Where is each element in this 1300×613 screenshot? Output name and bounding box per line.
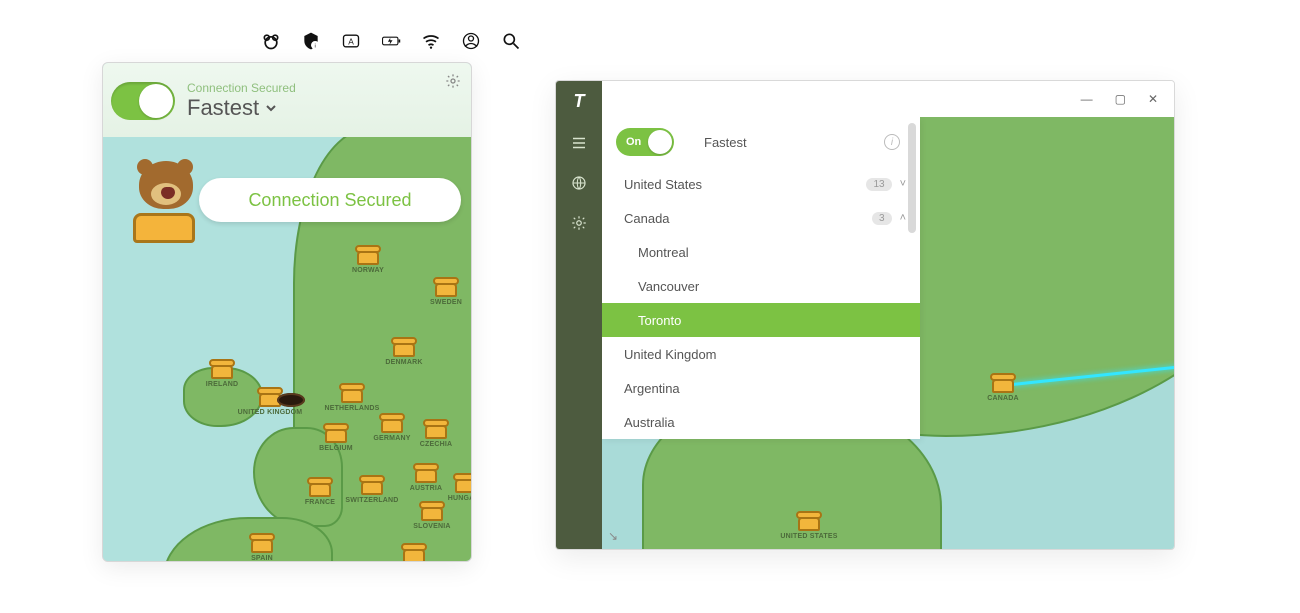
tunnelbear-menubar-icon[interactable] xyxy=(260,30,282,52)
map-label: HUNGARY xyxy=(448,495,471,502)
maximize-button[interactable]: ▢ xyxy=(1115,92,1126,106)
window-titlebar: — ▢ ✕ xyxy=(556,81,1174,117)
close-button[interactable]: ✕ xyxy=(1148,92,1158,106)
map-tunnel[interactable]: AUSTRIA xyxy=(415,463,437,483)
map-area-win[interactable]: CANADA UNITED STATES On Fastest i United… xyxy=(602,117,1174,549)
location-title: Fastest xyxy=(187,95,259,121)
map-tunnel[interactable]: FRANCE xyxy=(309,477,331,497)
menu-button[interactable] xyxy=(569,134,589,152)
toggle-label: On xyxy=(626,136,641,148)
connection-toggle[interactable] xyxy=(111,82,175,120)
gear-icon xyxy=(445,73,461,89)
location-selector[interactable]: Fastest xyxy=(187,95,296,121)
map-label: UNITED KINGDOM xyxy=(238,409,303,416)
map-tunnel[interactable]: IRELAND xyxy=(211,359,233,379)
tunnel-hole xyxy=(277,393,305,407)
location-item[interactable]: Argentina xyxy=(602,371,920,405)
tunnelbear-mac-popover: Connection Secured Fastest Connection Se… xyxy=(102,62,472,562)
map-tunnel-canada[interactable]: CANADA xyxy=(992,373,1014,393)
map-label: FRANCE xyxy=(305,499,335,506)
location-item[interactable]: United Kingdom xyxy=(602,337,920,371)
search-icon[interactable] xyxy=(500,30,522,52)
dropdown-scrollbar[interactable] xyxy=(908,123,916,233)
map-label: NETHERLANDS xyxy=(324,405,379,412)
bear-avatar xyxy=(121,157,207,243)
malware-icon[interactable]: i xyxy=(300,30,322,52)
app-logo: T xyxy=(574,91,585,112)
info-icon[interactable]: i xyxy=(884,134,900,150)
chevron-down-icon xyxy=(265,102,277,114)
map-tunnel[interactable]: SLOVENIA xyxy=(421,501,443,521)
connection-status-label: Connection Secured xyxy=(187,81,296,95)
location-item[interactable]: United States13˅ xyxy=(602,167,920,201)
map-tunnel-us[interactable]: UNITED STATES xyxy=(798,511,820,531)
location-item[interactable]: Canada3˄ xyxy=(602,201,920,235)
settings-button-win[interactable] xyxy=(569,214,589,232)
map-label: GERMANY xyxy=(373,435,410,442)
map-tunnel[interactable]: NORWAY xyxy=(357,245,379,265)
map-area-mac[interactable]: Connection Secured NORWAY SWEDEN IRELAND UN… xyxy=(103,137,471,561)
location-city-item[interactable]: Montreal xyxy=(602,235,920,269)
map-tunnel[interactable]: GERMANY xyxy=(381,413,403,433)
location-item[interactable]: Australia xyxy=(602,405,920,439)
connection-toggle-win[interactable]: On xyxy=(616,128,674,156)
map-label: BELGIUM xyxy=(319,445,353,452)
location-city-item[interactable]: Toronto xyxy=(602,303,920,337)
keyboard-icon[interactable]: A xyxy=(340,30,362,52)
settings-button[interactable] xyxy=(445,73,461,94)
map-label: UNITED STATES xyxy=(780,533,837,540)
map-label: NORWAY xyxy=(352,267,384,274)
map-tunnel[interactable]: SWITZERLAND xyxy=(361,475,383,495)
map-tunnel[interactable]: SWEDEN xyxy=(435,277,457,297)
map-tunnel[interactable]: HUNGARY xyxy=(455,473,471,493)
globe-button[interactable] xyxy=(569,174,589,192)
connection-banner: Connection Secured xyxy=(199,178,461,222)
popover-header: Connection Secured Fastest xyxy=(103,63,471,137)
map-tunnel[interactable]: SPAIN xyxy=(251,533,273,553)
map-tunnel[interactable]: NETHERLANDS xyxy=(341,383,363,403)
minimize-button[interactable]: — xyxy=(1081,92,1093,106)
map-tunnel[interactable]: BELGIUM xyxy=(325,423,347,443)
map-label: CZECHIA xyxy=(420,441,453,448)
map-tunnel[interactable]: DENMARK xyxy=(393,337,415,357)
tunnelbear-windows-app: — ▢ ✕ T CANADA UNITED STATES xyxy=(555,80,1175,550)
resize-handle[interactable]: ↘ xyxy=(608,529,618,543)
mac-menubar: i A xyxy=(260,30,522,52)
location-city-item[interactable]: Vancouver xyxy=(602,269,920,303)
map-label: AUSTRIA xyxy=(410,485,443,492)
map-tunnel[interactable]: ITALY xyxy=(403,543,425,561)
location-dropdown: On Fastest i United States13˅Canada3˄Mon… xyxy=(602,117,920,439)
app-sidebar: T xyxy=(556,81,602,549)
svg-text:i: i xyxy=(315,44,316,50)
fastest-option[interactable]: Fastest xyxy=(704,135,747,150)
user-icon[interactable] xyxy=(460,30,482,52)
map-label: CANADA xyxy=(987,395,1019,402)
map-label: DENMARK xyxy=(385,359,422,366)
battery-icon[interactable] xyxy=(380,30,402,52)
map-label: SWEDEN xyxy=(430,299,462,306)
map-tunnel[interactable]: CZECHIA xyxy=(425,419,447,439)
map-label: IRELAND xyxy=(206,381,239,388)
map-label: SLOVENIA xyxy=(413,523,450,530)
svg-text:A: A xyxy=(348,36,354,46)
map-label: SPAIN xyxy=(251,555,273,561)
map-label: SWITZERLAND xyxy=(345,497,398,504)
wifi-icon[interactable] xyxy=(420,30,442,52)
